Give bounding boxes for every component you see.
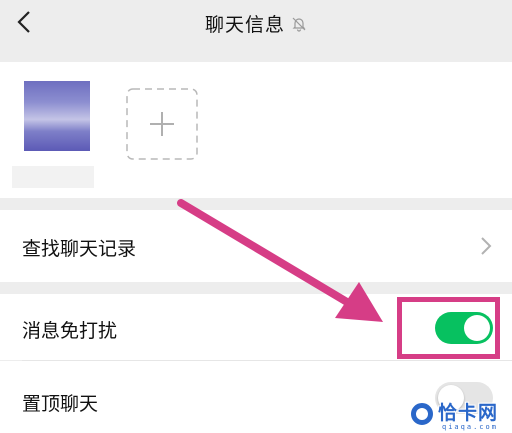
- header-bar: 聊天信息: [0, 0, 512, 48]
- add-member-button[interactable]: [126, 88, 198, 160]
- watermark-text: 恰卡网: [438, 402, 499, 424]
- search-chat-history-row[interactable]: 查找聊天记录: [0, 210, 512, 282]
- watermark-logo-icon: [408, 400, 436, 428]
- avatar[interactable]: [24, 81, 90, 151]
- member-name-placeholder: [12, 166, 94, 188]
- page-title: 聊天信息: [204, 14, 285, 36]
- title-group: 聊天信息: [0, 10, 512, 37]
- pin-chat-label: 置顶聊天: [22, 393, 99, 415]
- search-chat-history-label: 查找聊天记录: [22, 238, 137, 260]
- member-section: [0, 62, 512, 198]
- annotation-highlight-box: [397, 297, 500, 359]
- do-not-disturb-label: 消息免打扰: [22, 320, 118, 342]
- plus-icon: [150, 112, 174, 136]
- watermark-subtext: qiaqa.com: [442, 423, 498, 431]
- chevron-right-icon: [481, 237, 492, 255]
- watermark: 恰卡网 qiaqa.com: [408, 398, 504, 432]
- bell-muted-icon: [292, 17, 306, 32]
